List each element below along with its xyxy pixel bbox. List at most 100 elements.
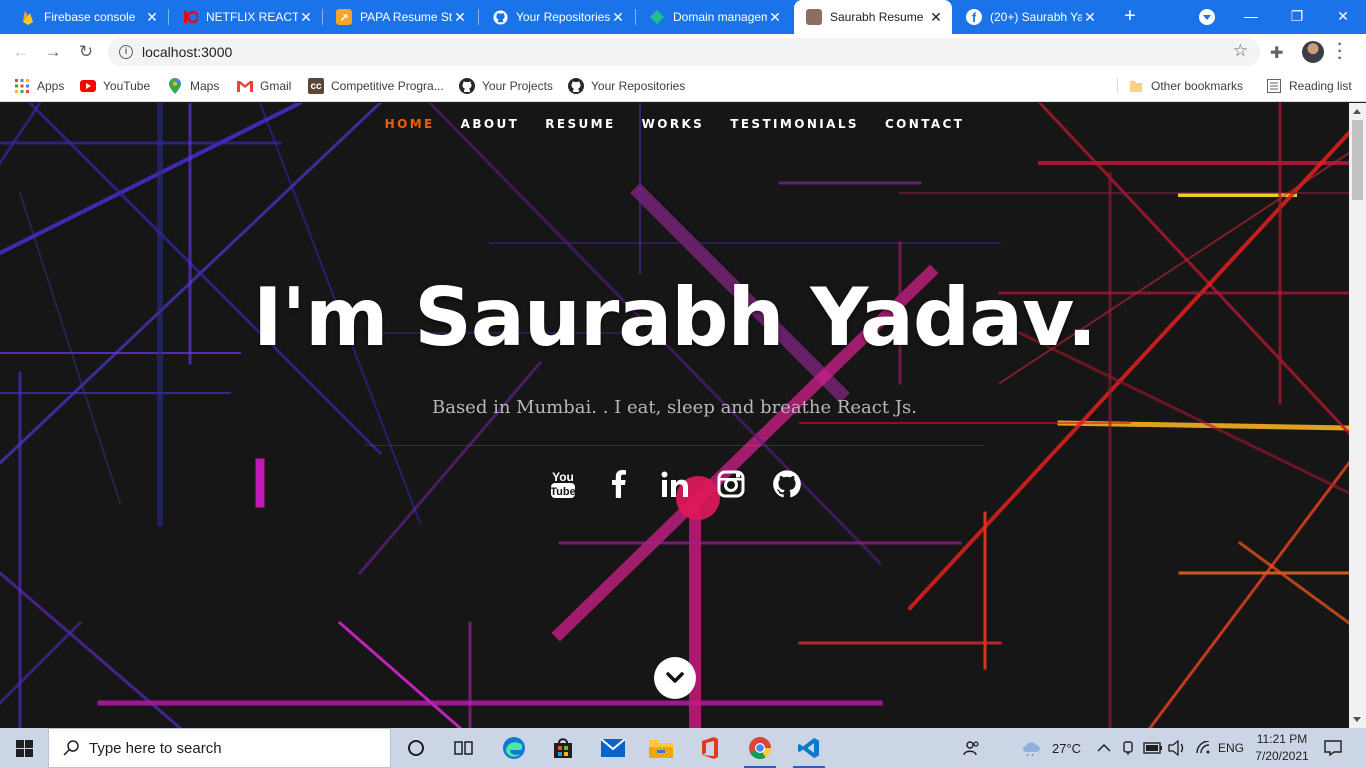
bookmark-your-repositories[interactable]: Your Repositories [568, 76, 685, 96]
domain-icon [649, 9, 665, 25]
github-icon [568, 78, 584, 94]
system-clock[interactable]: 11:21 PM 7/20/2021 [1250, 731, 1314, 765]
nav-about[interactable]: ABOUT [448, 117, 533, 131]
bookmark-competitive[interactable]: cc Competitive Progra... [308, 76, 444, 96]
minimize-button[interactable]: — [1228, 0, 1274, 34]
instagram-icon[interactable] [716, 468, 746, 500]
apps-grid-icon [14, 78, 30, 94]
notifications-icon[interactable] [1324, 728, 1342, 768]
svg-text:You: You [552, 470, 574, 484]
mail-icon[interactable] [593, 732, 633, 764]
close-icon[interactable]: ✕ [767, 9, 783, 26]
papa-icon: ↗ [336, 9, 352, 25]
linkedin-icon[interactable] [660, 468, 690, 500]
close-icon[interactable]: ✕ [1082, 9, 1098, 26]
bookmark-label: Your Repositories [591, 79, 686, 93]
main-nav: HOME ABOUT RESUME WORKS TESTIMONIALS CON… [0, 117, 1349, 131]
bookmarks-divider [1117, 78, 1118, 94]
nav-home[interactable]: HOME [372, 117, 448, 131]
reading-list[interactable]: Reading list [1266, 76, 1352, 96]
forward-button[interactable]: → [41, 40, 65, 64]
tab-title: PAPA Resume Starter [360, 10, 452, 24]
tab-netflix[interactable]: NETFLIX REACT ✕ [170, 0, 322, 34]
hero-section: HOME ABOUT RESUME WORKS TESTIMONIALS CON… [0, 103, 1349, 728]
restore-button[interactable]: ❐ [1274, 0, 1320, 34]
bookmark-maps[interactable]: Maps [167, 76, 219, 96]
chrome-taskbar-icon[interactable] [740, 732, 780, 768]
file-explorer-icon[interactable] [641, 732, 681, 764]
scrollbar-thumb[interactable] [1352, 120, 1363, 200]
bookmark-apps[interactable]: Apps [14, 76, 64, 96]
people-icon[interactable] [963, 728, 981, 768]
volume-icon[interactable] [1168, 728, 1186, 768]
task-view-icon[interactable] [444, 732, 484, 764]
tab-papa[interactable]: ↗ PAPA Resume Starter ✕ [324, 0, 476, 34]
bookmark-your-projects[interactable]: Your Projects [459, 76, 553, 96]
tab-domain[interactable]: Domain management ✕ [637, 0, 791, 34]
other-bookmarks[interactable]: Other bookmarks [1128, 76, 1243, 96]
back-button[interactable]: ← [9, 40, 33, 64]
bookmark-star-icon[interactable]: ☆ [1233, 41, 1248, 61]
reading-list-icon [1266, 78, 1282, 94]
profile-avatar[interactable] [1302, 41, 1324, 63]
wifi-icon[interactable] [1195, 728, 1211, 768]
weather-widget[interactable]: 27°C [1020, 728, 1081, 768]
show-hidden-icons-chevron-icon[interactable] [1097, 728, 1111, 768]
close-icon[interactable]: ✕ [928, 9, 944, 26]
url-text[interactable]: localhost:3000 [142, 44, 232, 60]
store-icon[interactable] [543, 732, 583, 764]
nav-works[interactable]: WORKS [629, 117, 718, 131]
windows-start-button[interactable] [0, 728, 48, 768]
windows-taskbar: 27°C ENG 11:21 PM 7/20/2021 [0, 728, 1366, 768]
language-indicator[interactable]: ENG [1218, 728, 1244, 768]
bookmark-label: Competitive Progra... [331, 79, 444, 93]
nav-contact[interactable]: CONTACT [872, 117, 977, 131]
scroll-down-arrow[interactable] [1353, 717, 1361, 722]
other-bookmarks-label: Other bookmarks [1151, 79, 1244, 93]
nav-testimonials[interactable]: TESTIMONIALS [717, 117, 872, 131]
search-input[interactable] [89, 739, 369, 757]
folder-icon [1128, 78, 1144, 94]
bookmark-gmail[interactable]: Gmail [237, 76, 291, 96]
close-icon[interactable]: ✕ [144, 9, 160, 26]
scroll-down-button[interactable] [654, 657, 696, 699]
scroll-up-arrow[interactable] [1353, 109, 1361, 114]
close-window-button[interactable]: ✕ [1320, 0, 1366, 34]
github-icon [459, 78, 475, 94]
codechef-icon: cc [308, 78, 324, 94]
facebook-icon[interactable] [604, 468, 634, 500]
extensions-puzzle-icon[interactable]: ✚ [1270, 43, 1283, 63]
github-icon [492, 9, 508, 25]
nav-resume[interactable]: RESUME [532, 117, 628, 131]
address-bar[interactable]: i localhost:3000 ☆ [108, 38, 1260, 66]
tab-firebase[interactable]: Firebase console ✕ [8, 0, 168, 34]
tab-saurabh-resume[interactable]: Saurabh Resume ✕ [794, 0, 952, 34]
meet-icon[interactable] [1121, 728, 1135, 768]
vscode-icon[interactable] [789, 732, 829, 768]
tab-title: (20+) Saurabh Yadav [990, 10, 1082, 24]
facebook-icon: f [966, 9, 982, 25]
edge-icon[interactable] [494, 732, 534, 764]
battery-icon[interactable] [1143, 728, 1163, 768]
bookmark-youtube[interactable]: YouTube [80, 76, 150, 96]
close-icon[interactable]: ✕ [298, 9, 314, 26]
close-icon[interactable]: ✕ [452, 9, 468, 26]
tab-search-icon[interactable] [1199, 9, 1215, 25]
office-icon[interactable] [690, 732, 730, 764]
new-tab-button[interactable]: + [1118, 4, 1142, 28]
reload-button[interactable]: ↻ [74, 40, 98, 64]
cortana-icon[interactable] [396, 732, 436, 764]
tab-repositories[interactable]: Your Repositories ✕ [480, 0, 634, 34]
taskbar-search[interactable] [48, 728, 391, 768]
page-scrollbar[interactable] [1349, 103, 1366, 728]
tab-title: Domain management [673, 10, 767, 24]
tab-facebook[interactable]: f (20+) Saurabh Yadav ✕ [954, 0, 1106, 34]
github-icon[interactable] [772, 468, 802, 500]
chrome-menu-icon[interactable]: · · · [1334, 37, 1346, 67]
cloud-rain-icon [1023, 742, 1040, 756]
maps-icon [167, 78, 183, 94]
close-icon[interactable]: ✕ [610, 9, 626, 26]
tab-divider [322, 9, 323, 25]
info-icon[interactable]: i [119, 45, 133, 59]
youtube-icon[interactable]: You Tube [548, 468, 578, 500]
